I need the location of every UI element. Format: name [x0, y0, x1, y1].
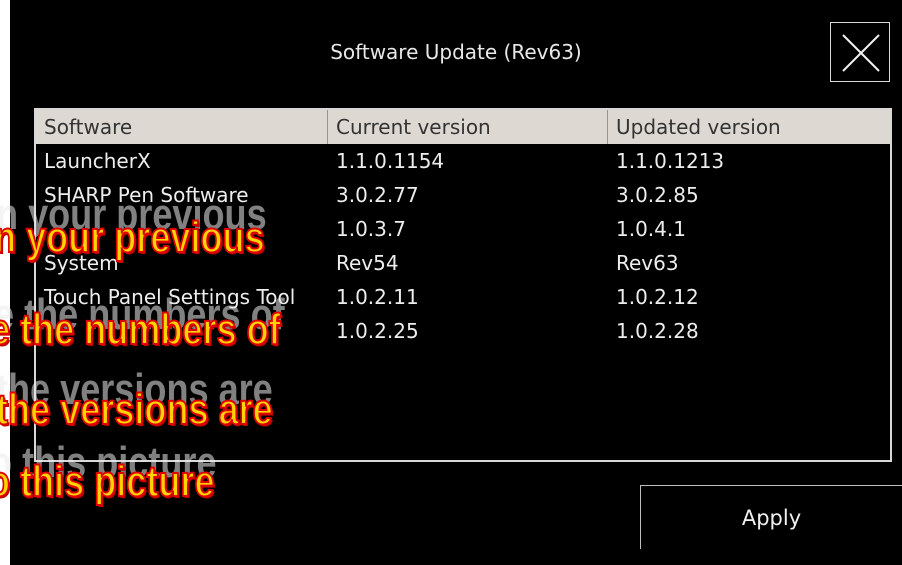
software-table: Software Current version Updated version… — [34, 108, 892, 462]
table-row[interactable]: System Rev54 Rev63 — [36, 246, 890, 280]
updated-version: 1.0.4.1 — [616, 217, 686, 241]
dialog-title: Software Update (Rev63) — [330, 40, 582, 64]
updated-version: 1.0.2.12 — [616, 285, 699, 309]
close-icon — [842, 34, 880, 72]
updated-version: 1.0.2.28 — [616, 319, 699, 343]
current-version: 1.0.2.11 — [336, 285, 419, 309]
table-header: Software Current version Updated version — [36, 110, 890, 144]
apply-button[interactable]: Apply — [640, 485, 902, 549]
table-row[interactable]: 1.0.3.7 1.0.4.1 — [36, 212, 890, 246]
column-header-updated-version[interactable]: Updated version — [608, 110, 894, 144]
updated-version: Rev63 — [616, 251, 679, 275]
current-version: 3.0.2.77 — [336, 183, 419, 207]
table-row[interactable]: Touch Panel Settings Tool 1.0.2.11 1.0.2… — [36, 280, 890, 314]
column-header-current-version[interactable]: Current version — [328, 110, 608, 144]
current-version: 1.1.0.1154 — [336, 149, 445, 173]
table-row[interactable]: LauncherX 1.1.0.1154 1.1.0.1213 — [36, 144, 890, 178]
current-version: 1.0.2.25 — [336, 319, 419, 343]
current-version: Rev54 — [336, 251, 399, 275]
table-row[interactable]: SHARP Pen Software 3.0.2.77 3.0.2.85 — [36, 178, 890, 212]
updated-version: 1.1.0.1213 — [616, 149, 725, 173]
updated-version: 3.0.2.85 — [616, 183, 699, 207]
table-row[interactable]: 1.0.2.25 1.0.2.28 — [36, 314, 890, 348]
software-name: LauncherX — [44, 149, 151, 173]
column-header-software[interactable]: Software — [36, 110, 328, 144]
current-version: 1.0.3.7 — [336, 217, 406, 241]
software-name — [36, 212, 328, 246]
table-body: LauncherX 1.1.0.1154 1.1.0.1213 SHARP Pe… — [36, 144, 890, 348]
software-name — [36, 314, 328, 348]
software-name: Touch Panel Settings Tool — [44, 285, 296, 309]
software-name: System — [44, 251, 119, 275]
software-name: SHARP Pen Software — [44, 183, 249, 207]
software-update-dialog: Software Update (Rev63) Software Current… — [10, 0, 902, 565]
close-button[interactable] — [830, 22, 890, 82]
